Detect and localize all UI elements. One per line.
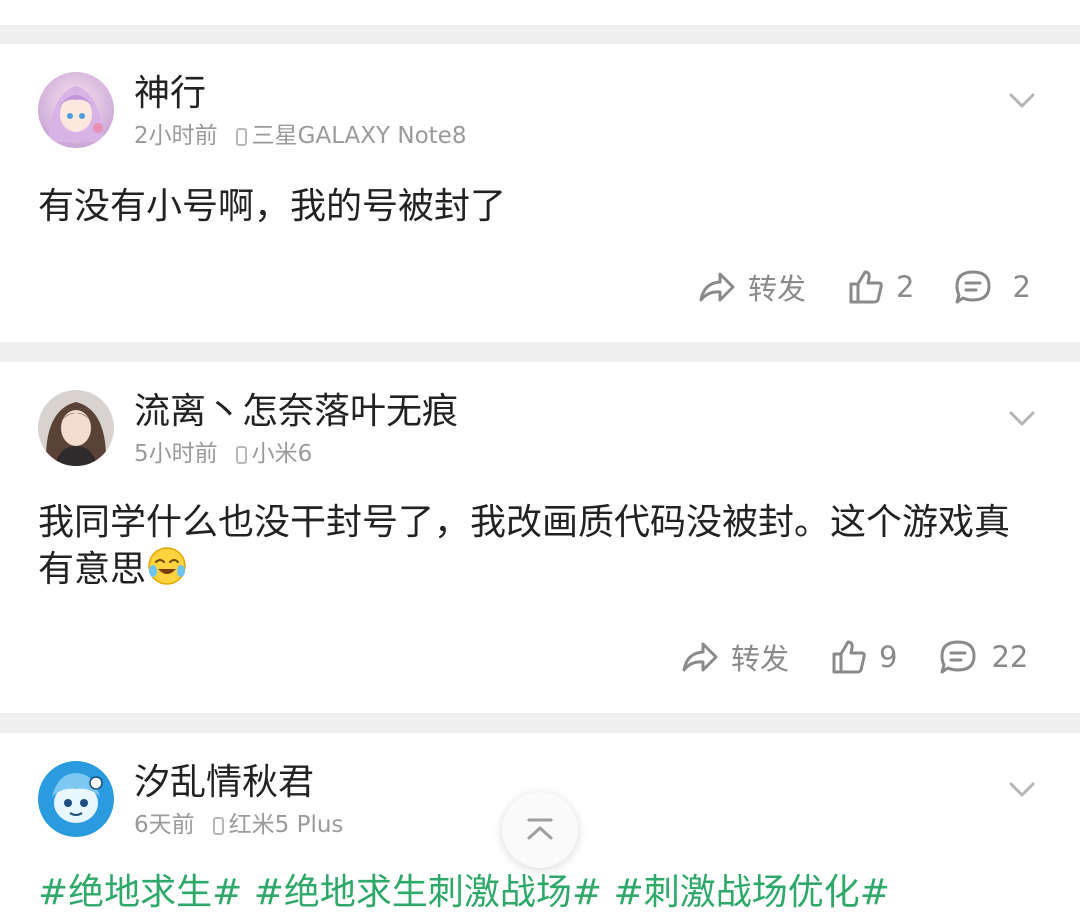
- timestamp: 5小时前: [134, 441, 218, 467]
- comment-content: 我同学什么也没干封号了，我改画质代码没被封。这个游戏真有意思: [38, 500, 1038, 592]
- comment-card-2[interactable]: 流离丶怎奈落叶无痕 5小时前 小米6 我同学什么也没干封号了，我改画质代码没被封…: [0, 362, 1080, 713]
- chevron-down-icon[interactable]: [1008, 404, 1036, 432]
- share-icon: [682, 642, 718, 672]
- like-count: 2: [896, 270, 915, 304]
- avatar[interactable]: [38, 390, 114, 466]
- reply-count: 2: [1012, 270, 1031, 304]
- comment-meta: 6天前 红米5 Plus: [134, 814, 343, 837]
- forward-button[interactable]: 转发: [681, 636, 789, 678]
- thumbs-up-icon: [832, 640, 866, 674]
- device-name: 三星GALAXY Note8: [251, 123, 467, 149]
- forward-label: 转发: [731, 642, 790, 676]
- like-count: 9: [879, 640, 898, 674]
- phone-icon: [235, 445, 247, 464]
- chevron-down-icon[interactable]: [1008, 775, 1036, 803]
- username[interactable]: 神行: [134, 76, 206, 112]
- avatar[interactable]: [38, 72, 114, 148]
- comment-actions: 转发 2 2: [698, 267, 1031, 307]
- timestamp: 2小时前: [134, 123, 218, 149]
- username[interactable]: 汐乱情秋君: [134, 765, 314, 801]
- comment-card-1[interactable]: 神行 2小时前 三星GALAXY Note8 有没有小号啊，我的号被封了 转发 …: [0, 44, 1080, 342]
- like-button[interactable]: 2: [848, 269, 914, 305]
- previous-card-bottom: [0, 0, 1080, 25]
- comment-icon: [940, 640, 976, 674]
- username[interactable]: 流离丶怎奈落叶无痕: [134, 394, 458, 430]
- comment-content: 有没有小号啊，我的号被封了: [38, 186, 507, 227]
- laughing-emoji-icon: [148, 547, 186, 585]
- scroll-to-top-button[interactable]: [502, 792, 578, 868]
- device-name: 小米6: [251, 441, 313, 467]
- topic-tags[interactable]: #绝地求生# #绝地求生刺激战场# #刺激战场优化#: [38, 875, 890, 911]
- phone-icon: [212, 816, 224, 835]
- timestamp: 6天前: [134, 812, 195, 838]
- chevron-down-icon[interactable]: [1008, 86, 1036, 114]
- scroll-to-top-icon: [527, 818, 553, 840]
- device-name: 红米5 Plus: [228, 812, 344, 838]
- forward-label: 转发: [748, 272, 807, 306]
- phone-icon: [235, 127, 247, 146]
- forward-button[interactable]: 转发: [698, 266, 806, 308]
- comment-meta: 5小时前 小米6: [134, 443, 312, 466]
- reply-button[interactable]: 2: [954, 269, 1031, 305]
- comment-meta: 2小时前 三星GALAXY Note8: [134, 125, 466, 148]
- reply-count: 22: [991, 640, 1029, 674]
- like-button[interactable]: 9: [831, 639, 897, 675]
- comment-icon: [955, 270, 991, 304]
- avatar[interactable]: [38, 761, 114, 837]
- share-icon: [699, 272, 735, 302]
- reply-button[interactable]: 22: [939, 639, 1028, 675]
- thumbs-up-icon: [849, 270, 883, 304]
- comment-actions: 转发 9 22: [681, 637, 1028, 677]
